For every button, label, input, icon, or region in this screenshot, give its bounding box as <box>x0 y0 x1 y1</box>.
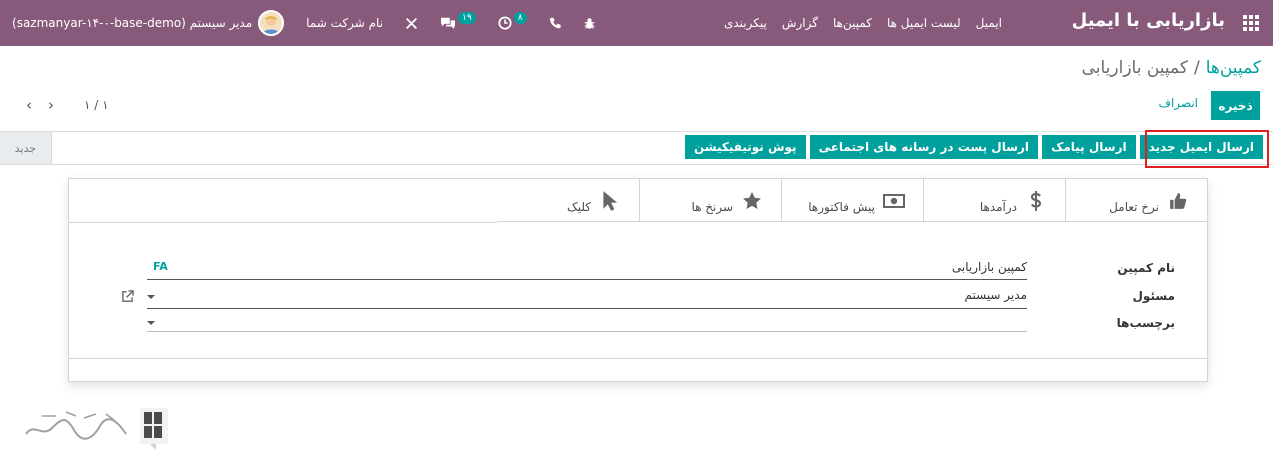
stage-new[interactable]: جدید <box>0 132 52 164</box>
phone-icon[interactable] <box>549 17 561 29</box>
money-icon <box>883 190 905 212</box>
breadcrumb-campaigns[interactable]: کمپین‌ها <box>1206 58 1261 78</box>
chevron-left-icon[interactable]: ‹ <box>18 96 40 114</box>
stat-clicks[interactable]: کلیک <box>497 179 639 222</box>
campaign-name-input[interactable]: کمپین بازاریابی <box>147 258 1027 280</box>
app-title: بازاریابی با ایمیل <box>1071 10 1225 31</box>
apps-menu-icon[interactable] <box>1243 15 1259 31</box>
thumbs-up-icon <box>1167 190 1189 212</box>
stat-leads-label: سرنخ ها <box>691 199 733 214</box>
user-name: مدیر سیستم (sazmanyar-۱۴-۰-base-demo) <box>12 16 253 30</box>
breadcrumb-current: کمپین بازاریابی <box>1081 58 1188 78</box>
pager-value[interactable]: ۱ / ۱ <box>84 98 109 112</box>
watermark-logo <box>22 404 172 452</box>
tags-dropdown-caret-icon[interactable] <box>147 321 155 325</box>
sheet-footer-line <box>69 358 1207 359</box>
stat-leads[interactable]: سرنخ ها <box>639 179 781 222</box>
chat-icon <box>441 17 456 30</box>
dollar-icon <box>1025 190 1047 212</box>
send-new-email-button[interactable]: ارسال ایمیل جدید <box>1139 135 1263 159</box>
bug-icon[interactable] <box>583 17 596 30</box>
stat-quotations[interactable]: پیش فاکتورها <box>781 179 923 222</box>
breadcrumb: کمپین‌ها /کمپین بازاریابی <box>1082 58 1261 78</box>
stat-revenues-label: درآمدها <box>979 199 1017 214</box>
menu-item-mailing-lists[interactable]: لیست ایمیل ها <box>887 16 961 30</box>
pager: ‹ › ۱ / ۱ <box>18 96 109 114</box>
discard-button[interactable]: انصراف <box>1159 96 1198 110</box>
external-link-icon[interactable] <box>121 290 134 306</box>
main-menu: ایمیل لیست ایمیل ها کمپین‌ها گزارش پیکرب… <box>709 0 1002 46</box>
tools-icon[interactable] <box>405 17 418 30</box>
action-buttons: ارسال ایمیل جدید ارسال پیامک ارسال پست د… <box>681 135 1263 159</box>
star-icon <box>741 190 763 212</box>
stat-clicks-label: کلیک <box>566 199 591 214</box>
campaign-name-label: نام کمپین <box>1117 261 1175 275</box>
push-notification-button[interactable]: پوش نوتیفیکیشن <box>684 135 806 159</box>
stat-engagement-label: نرخ تعامل <box>1109 199 1159 214</box>
chat-badge: ۱۹ <box>458 12 476 24</box>
send-sms-button[interactable]: ارسال پیامک <box>1042 135 1136 159</box>
activity-badge: ۸ <box>513 12 527 24</box>
cursor-icon <box>599 190 621 212</box>
stat-revenues[interactable]: درآمدها <box>923 179 1065 222</box>
owner-select[interactable]: مدیر سیستم <box>147 286 1027 309</box>
sheet-divider <box>69 222 497 223</box>
top-navbar: بازاریابی با ایمیل ایمیل لیست ایمیل ها ک… <box>0 0 1273 46</box>
user-menu[interactable]: مدیر سیستم (sazmanyar-۱۴-۰-base-demo) <box>12 10 285 36</box>
stat-button-box: نرخ تعامل درآمدها پیش فاکتورها سرنخ ها ک… <box>497 179 1207 222</box>
save-button[interactable]: ذخیره <box>1211 91 1260 120</box>
company-switcher[interactable]: نام شرکت شما <box>306 16 383 30</box>
menu-item-email[interactable]: ایمیل <box>976 16 1002 30</box>
menu-item-reporting[interactable]: گزارش <box>782 16 818 30</box>
avatar <box>258 10 285 36</box>
stat-quotations-label: پیش فاکتورها <box>808 199 875 214</box>
systray: ۸ ۱۹ نام شرکت شما مدیر سیستم (sazmanyar-… <box>12 0 596 46</box>
menu-item-configuration[interactable]: پیکربندی <box>724 16 767 30</box>
send-social-post-button[interactable]: ارسال پست در رسانه های اجتماعی <box>809 135 1039 159</box>
messaging-menu[interactable]: ۱۹ <box>440 12 476 30</box>
stat-engagement[interactable]: نرخ تعامل <box>1065 179 1207 222</box>
owner-dropdown-caret-icon[interactable] <box>147 295 155 299</box>
clock-icon <box>498 16 512 30</box>
tags-label: برچسب‌ها <box>1116 316 1175 330</box>
breadcrumb-separator: / <box>1193 58 1200 78</box>
form-sheet: نرخ تعامل درآمدها پیش فاکتورها سرنخ ها ک… <box>68 178 1208 382</box>
menu-item-campaigns[interactable]: کمپین‌ها <box>833 16 872 30</box>
owner-label: مسئول <box>1132 289 1175 303</box>
chevron-right-icon[interactable]: › <box>40 96 62 114</box>
statusbar: جدید ارسال ایمیل جدید ارسال پیامک ارسال … <box>0 131 1273 165</box>
tags-input[interactable] <box>147 314 1027 332</box>
activity-menu[interactable]: ۸ <box>498 12 527 30</box>
